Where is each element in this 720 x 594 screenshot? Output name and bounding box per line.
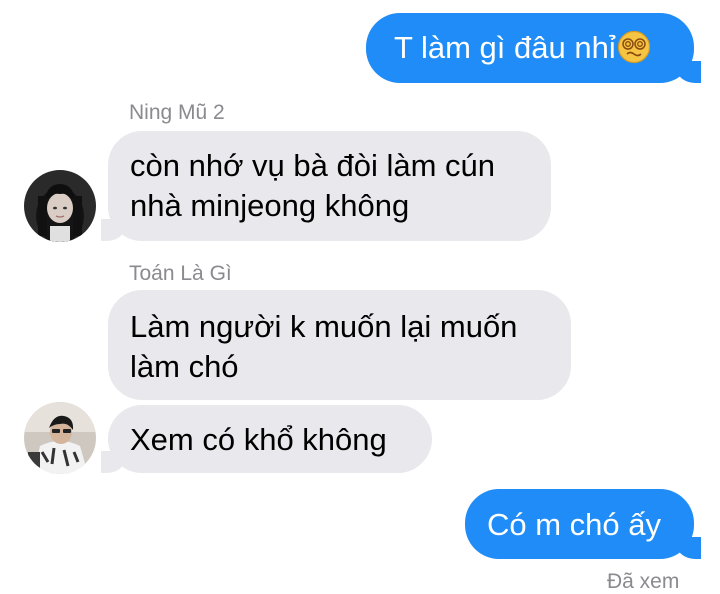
avatar-photo <box>24 170 96 242</box>
outgoing-message-bubble[interactable]: Có m chó ấy <box>465 489 701 559</box>
message-text-line: còn nhớ vụ bà đòi làm cún <box>130 148 495 183</box>
message-text-line: nhà minjeong không <box>130 188 410 223</box>
dizzy-face-icon <box>617 30 650 64</box>
message-text-line: làm chó <box>130 349 239 384</box>
message-text: Có m chó ấy <box>487 507 662 542</box>
avatar[interactable] <box>24 402 96 474</box>
incoming-message-bubble[interactable]: Xem có khổ không <box>101 405 432 473</box>
incoming-message-bubble[interactable]: Làm người k muốn lại muốn làm chó <box>108 290 571 400</box>
incoming-message-bubble[interactable]: còn nhớ vụ bà đòi làm cún nhà minjeong k… <box>101 131 551 241</box>
sender-name: Ning Mũ 2 <box>129 101 225 124</box>
avatar-photo <box>24 402 96 474</box>
avatar[interactable] <box>24 170 96 242</box>
message-text-line: Làm người k muốn lại muốn <box>130 309 518 344</box>
message-text: T làm gì đâu nhỉ <box>394 30 616 65</box>
message-text: Xem có khổ không <box>130 422 387 457</box>
read-receipt: Đã xem <box>607 570 680 593</box>
sender-name: Toán Là Gì <box>129 262 232 285</box>
outgoing-message-bubble[interactable]: T làm gì đâu nhỉ <box>366 13 701 83</box>
